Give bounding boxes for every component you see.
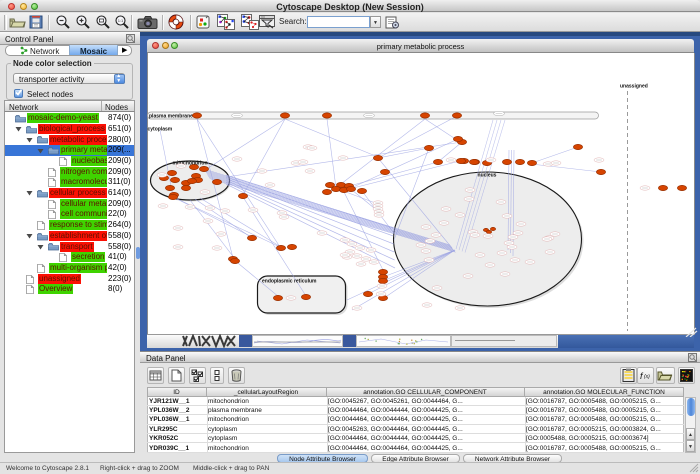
svg-text:endoplasmic reticulum: endoplasmic reticulum: [262, 279, 317, 285]
svg-text:plasma membrane: plasma membrane: [149, 114, 193, 120]
svg-text:(x): (x): [644, 374, 650, 380]
svg-text:nucleus: nucleus: [478, 173, 497, 179]
svg-text:unassigned: unassigned: [620, 84, 648, 90]
svg-text:1:1: 1:1: [118, 18, 124, 23]
